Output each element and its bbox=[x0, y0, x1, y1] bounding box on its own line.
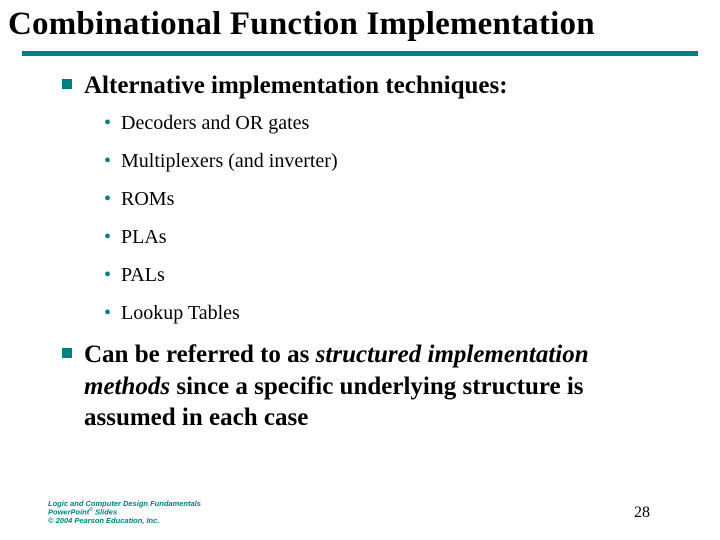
footer-copyright: Logic and Computer Design Fundamentals P… bbox=[48, 500, 201, 526]
sub-bullet-text: PLAs bbox=[121, 225, 167, 249]
bullet-text: Can be referred to as structured impleme… bbox=[84, 339, 680, 433]
dot-bullet-icon: • bbox=[104, 113, 111, 133]
bullet-level1: Alternative implementation techniques: bbox=[62, 70, 680, 101]
sub-bullet-item: • Multiplexers (and inverter) bbox=[104, 149, 680, 173]
sub-bullet-item: • Decoders and OR gates bbox=[104, 111, 680, 135]
dot-bullet-icon: • bbox=[104, 189, 111, 209]
bullet-text: Alternative implementation techniques: bbox=[84, 70, 508, 101]
sub-bullet-item: • PLAs bbox=[104, 225, 680, 249]
footer-line3: © 2004 Pearson Education, Inc. bbox=[48, 517, 201, 526]
sub-bullet-item: • PALs bbox=[104, 263, 680, 287]
dot-bullet-icon: • bbox=[104, 265, 111, 285]
text-pre: Can be referred to as bbox=[84, 341, 316, 368]
sub-bullet-text: Lookup Tables bbox=[121, 301, 240, 325]
sub-bullet-text: PALs bbox=[121, 263, 165, 287]
square-bullet-icon bbox=[62, 79, 72, 89]
slide-title: Combinational Function Implementation bbox=[0, 0, 720, 43]
dot-bullet-icon: • bbox=[104, 227, 111, 247]
sub-bullet-item: • Lookup Tables bbox=[104, 301, 680, 325]
bullet-level1: Can be referred to as structured impleme… bbox=[62, 339, 680, 433]
sub-bullet-item: • ROMs bbox=[104, 187, 680, 211]
square-bullet-icon bbox=[62, 348, 72, 358]
sub-bullet-list: • Decoders and OR gates • Multiplexers (… bbox=[62, 111, 680, 325]
dot-bullet-icon: • bbox=[104, 151, 111, 171]
sub-bullet-text: ROMs bbox=[121, 187, 174, 211]
sub-bullet-text: Multiplexers (and inverter) bbox=[121, 149, 338, 173]
dot-bullet-icon: • bbox=[104, 303, 111, 323]
content-area: Alternative implementation techniques: •… bbox=[0, 56, 720, 433]
sub-bullet-text: Decoders and OR gates bbox=[121, 111, 309, 135]
page-number: 28 bbox=[634, 504, 650, 522]
